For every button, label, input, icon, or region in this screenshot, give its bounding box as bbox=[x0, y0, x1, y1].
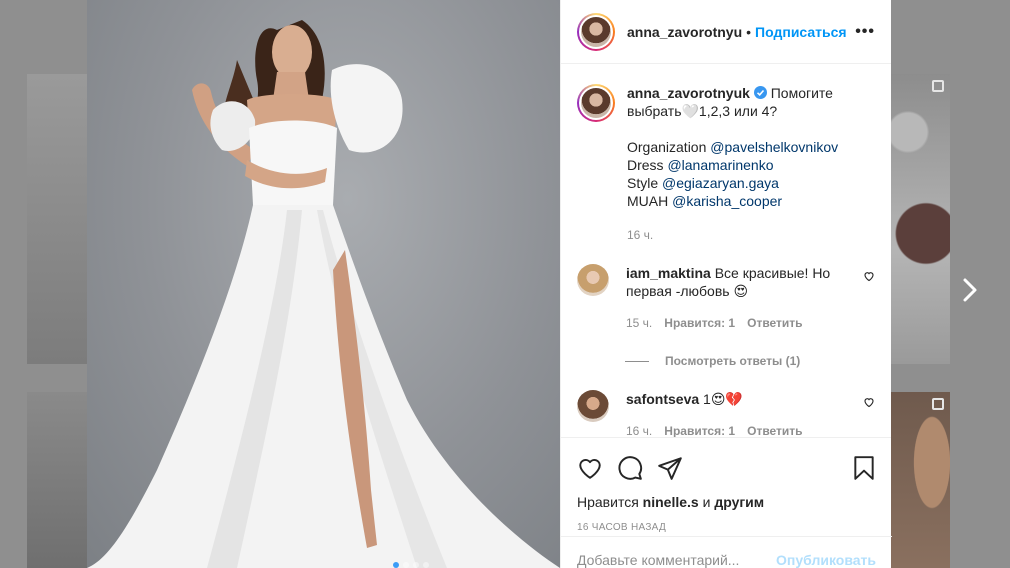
credit-line: Dress @lanamarinenko bbox=[627, 157, 774, 173]
post-header: anna_zavorotnyu • Подписаться ••• bbox=[561, 0, 891, 64]
carousel-dot bbox=[393, 562, 399, 568]
background-post-thumbnail bbox=[27, 74, 87, 364]
likes-others-link[interactable]: другим bbox=[714, 494, 764, 510]
post-timestamp[interactable]: 16 часов назад bbox=[561, 510, 891, 533]
gallery-icon bbox=[932, 398, 944, 410]
separator-dot: • bbox=[746, 23, 752, 40]
comments-section[interactable]: anna_zavorotnyuk Помогите выбрать🤍1,2,3 … bbox=[561, 64, 891, 438]
share-paper-plane-icon[interactable] bbox=[657, 455, 683, 481]
comment-bubble-icon[interactable] bbox=[617, 455, 643, 481]
credit-line: Style @egiazaryan.gaya bbox=[627, 175, 779, 191]
caption-username[interactable]: anna_zavorotnyuk bbox=[627, 85, 750, 101]
reply-button[interactable]: Ответить bbox=[747, 422, 802, 437]
post-photo[interactable] bbox=[87, 0, 560, 568]
comment-username[interactable]: safontseva bbox=[626, 391, 699, 407]
like-comment-heart-icon[interactable] bbox=[863, 396, 875, 408]
commenter-avatar[interactable] bbox=[577, 390, 609, 422]
view-replies-button[interactable]: Посмотреть ответы (1) bbox=[625, 354, 875, 368]
likes-summary: Нравится ninelle.s и другим bbox=[561, 486, 891, 510]
background-post-thumbnail bbox=[890, 392, 950, 568]
gallery-icon bbox=[932, 80, 944, 92]
comment: iam_maktina Все красивые! Но первая -люб… bbox=[577, 264, 875, 332]
credit-handle-link[interactable]: @karisha_cooper bbox=[672, 193, 782, 209]
comment-input[interactable]: Добавьте комментарий... bbox=[577, 552, 776, 568]
verified-badge-icon bbox=[753, 86, 767, 99]
author-avatar[interactable] bbox=[577, 84, 615, 122]
next-post-arrow-icon[interactable] bbox=[956, 276, 984, 304]
comment-likes[interactable]: Нравится: 1 bbox=[664, 314, 735, 332]
background-post-thumbnail bbox=[890, 74, 950, 364]
comment: safontseva 1😍💔 16 ч. Нравится: 1 Ответит… bbox=[577, 390, 875, 438]
credit-handle-link[interactable]: @pavelshelkovnikov bbox=[710, 139, 838, 155]
commenter-avatar[interactable] bbox=[577, 264, 609, 296]
comment-username[interactable]: iam_maktina bbox=[626, 265, 711, 281]
view-replies-label: Посмотреть ответы (1) bbox=[665, 354, 801, 368]
credit-line: MUAH @karisha_cooper bbox=[627, 193, 783, 209]
comment-likes[interactable]: Нравится: 1 bbox=[664, 422, 735, 437]
post-photo-image bbox=[87, 20, 560, 568]
carousel-dot bbox=[413, 562, 419, 568]
more-options-icon[interactable]: ••• bbox=[855, 23, 875, 41]
comment-time: 15 ч. bbox=[626, 316, 653, 330]
reply-button[interactable]: Ответить bbox=[747, 314, 802, 332]
like-comment-heart-icon[interactable] bbox=[863, 270, 875, 282]
author-avatar[interactable] bbox=[577, 12, 615, 51]
likes-conjunction: и bbox=[702, 494, 711, 510]
publish-button[interactable]: Опубликовать bbox=[776, 552, 876, 568]
comment-time: 16 ч. bbox=[626, 424, 653, 438]
save-bookmark-icon[interactable] bbox=[851, 455, 877, 481]
likes-prefix: Нравится bbox=[577, 494, 639, 510]
comment-text: 1😍💔 bbox=[703, 391, 743, 407]
post-side-panel: anna_zavorotnyu • Подписаться ••• anna_z… bbox=[560, 0, 892, 568]
follow-button[interactable]: Подписаться bbox=[755, 24, 847, 40]
credit-handle-link[interactable]: @egiazaryan.gaya bbox=[662, 175, 779, 191]
liker-username[interactable]: ninelle.s bbox=[643, 494, 699, 510]
like-heart-icon[interactable] bbox=[577, 455, 603, 481]
post-actions bbox=[561, 438, 891, 486]
post-caption: anna_zavorotnyuk Помогите выбрать🤍1,2,3 … bbox=[577, 84, 875, 244]
author-username[interactable]: anna_zavorotnyu bbox=[627, 24, 742, 40]
replies-divider bbox=[625, 360, 649, 362]
background-post-thumbnail bbox=[27, 392, 87, 568]
credit-line: Organization @pavelshelkovnikov bbox=[627, 139, 839, 155]
comment-composer: Добавьте комментарий... Опубликовать bbox=[561, 536, 892, 568]
carousel-indicator bbox=[393, 562, 429, 568]
carousel-dot bbox=[423, 562, 429, 568]
credit-handle-link[interactable]: @lanamarinenko bbox=[667, 157, 773, 173]
carousel-dot bbox=[403, 562, 409, 568]
caption-time: 16 ч. bbox=[627, 228, 654, 242]
